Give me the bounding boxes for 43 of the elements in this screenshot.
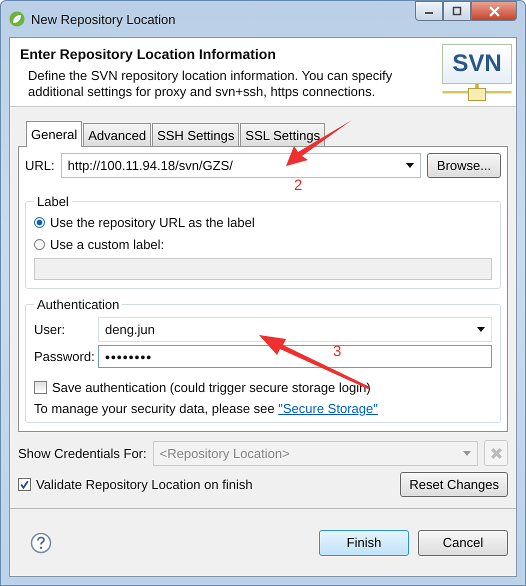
network-icon	[442, 84, 512, 103]
radio-label: Use a custom label:	[50, 236, 164, 252]
leaf-icon	[9, 11, 25, 27]
caret-icon	[463, 450, 471, 456]
radio-label: Use the repository URL as the label	[50, 214, 255, 230]
checkbox[interactable]	[18, 478, 31, 491]
radio-button[interactable]	[34, 216, 45, 228]
security-note: To manage your security data, please see "Secure Storage"	[34, 401, 379, 416]
group-title: Label	[36, 194, 70, 209]
maximize-button[interactable]	[443, 1, 471, 21]
group-title: Authentication	[36, 297, 120, 312]
url-field[interactable]: http://100.11.94.18/svn/GZS/	[60, 153, 421, 178]
checkbox[interactable]	[34, 380, 47, 394]
header-description: Define the SVN repository location information. You can specify additional settings for proxy and svn+ssh, https connections.	[28, 68, 394, 100]
tab[interactable]: SSH Settings	[152, 123, 240, 146]
caret-icon	[477, 327, 485, 332]
minimize-button[interactable]	[415, 1, 443, 21]
user-field[interactable]: deng.jun	[98, 317, 492, 342]
window-title: New Repository Location	[31, 12, 177, 26]
close-button[interactable]	[471, 1, 517, 21]
caret-icon	[406, 163, 414, 168]
secure-storage-link[interactable]: "Secure Storage"	[278, 401, 378, 416]
user-label: User:	[34, 322, 66, 337]
svn-logo: SVN	[442, 44, 512, 84]
close-icon	[490, 446, 502, 460]
maximize-icon	[452, 6, 462, 16]
tab[interactable]: SSL Settings	[240, 123, 326, 146]
annotation-number: 2	[294, 179, 302, 193]
radio-button[interactable]	[34, 238, 45, 250]
annotation-number: 3	[333, 345, 342, 359]
close-icon	[488, 6, 500, 16]
show-credentials-label: Show Credentials For:	[18, 446, 147, 460]
checkbox-label: Validate Repository Location on finish	[36, 477, 253, 492]
browse-button[interactable]: Browse...	[427, 153, 501, 178]
tab[interactable]: General	[26, 121, 82, 147]
tab[interactable]: Advanced	[83, 123, 152, 146]
url-label: URL:	[25, 158, 55, 173]
password-label: Password:	[34, 349, 96, 364]
cancel-button[interactable]: Cancel	[418, 530, 508, 556]
header-title: Enter Repository Location Information	[20, 46, 277, 62]
finish-button[interactable]: Finish	[319, 530, 409, 556]
reset-changes-button[interactable]: Reset Changes	[400, 472, 508, 497]
help-icon[interactable]	[30, 532, 52, 554]
